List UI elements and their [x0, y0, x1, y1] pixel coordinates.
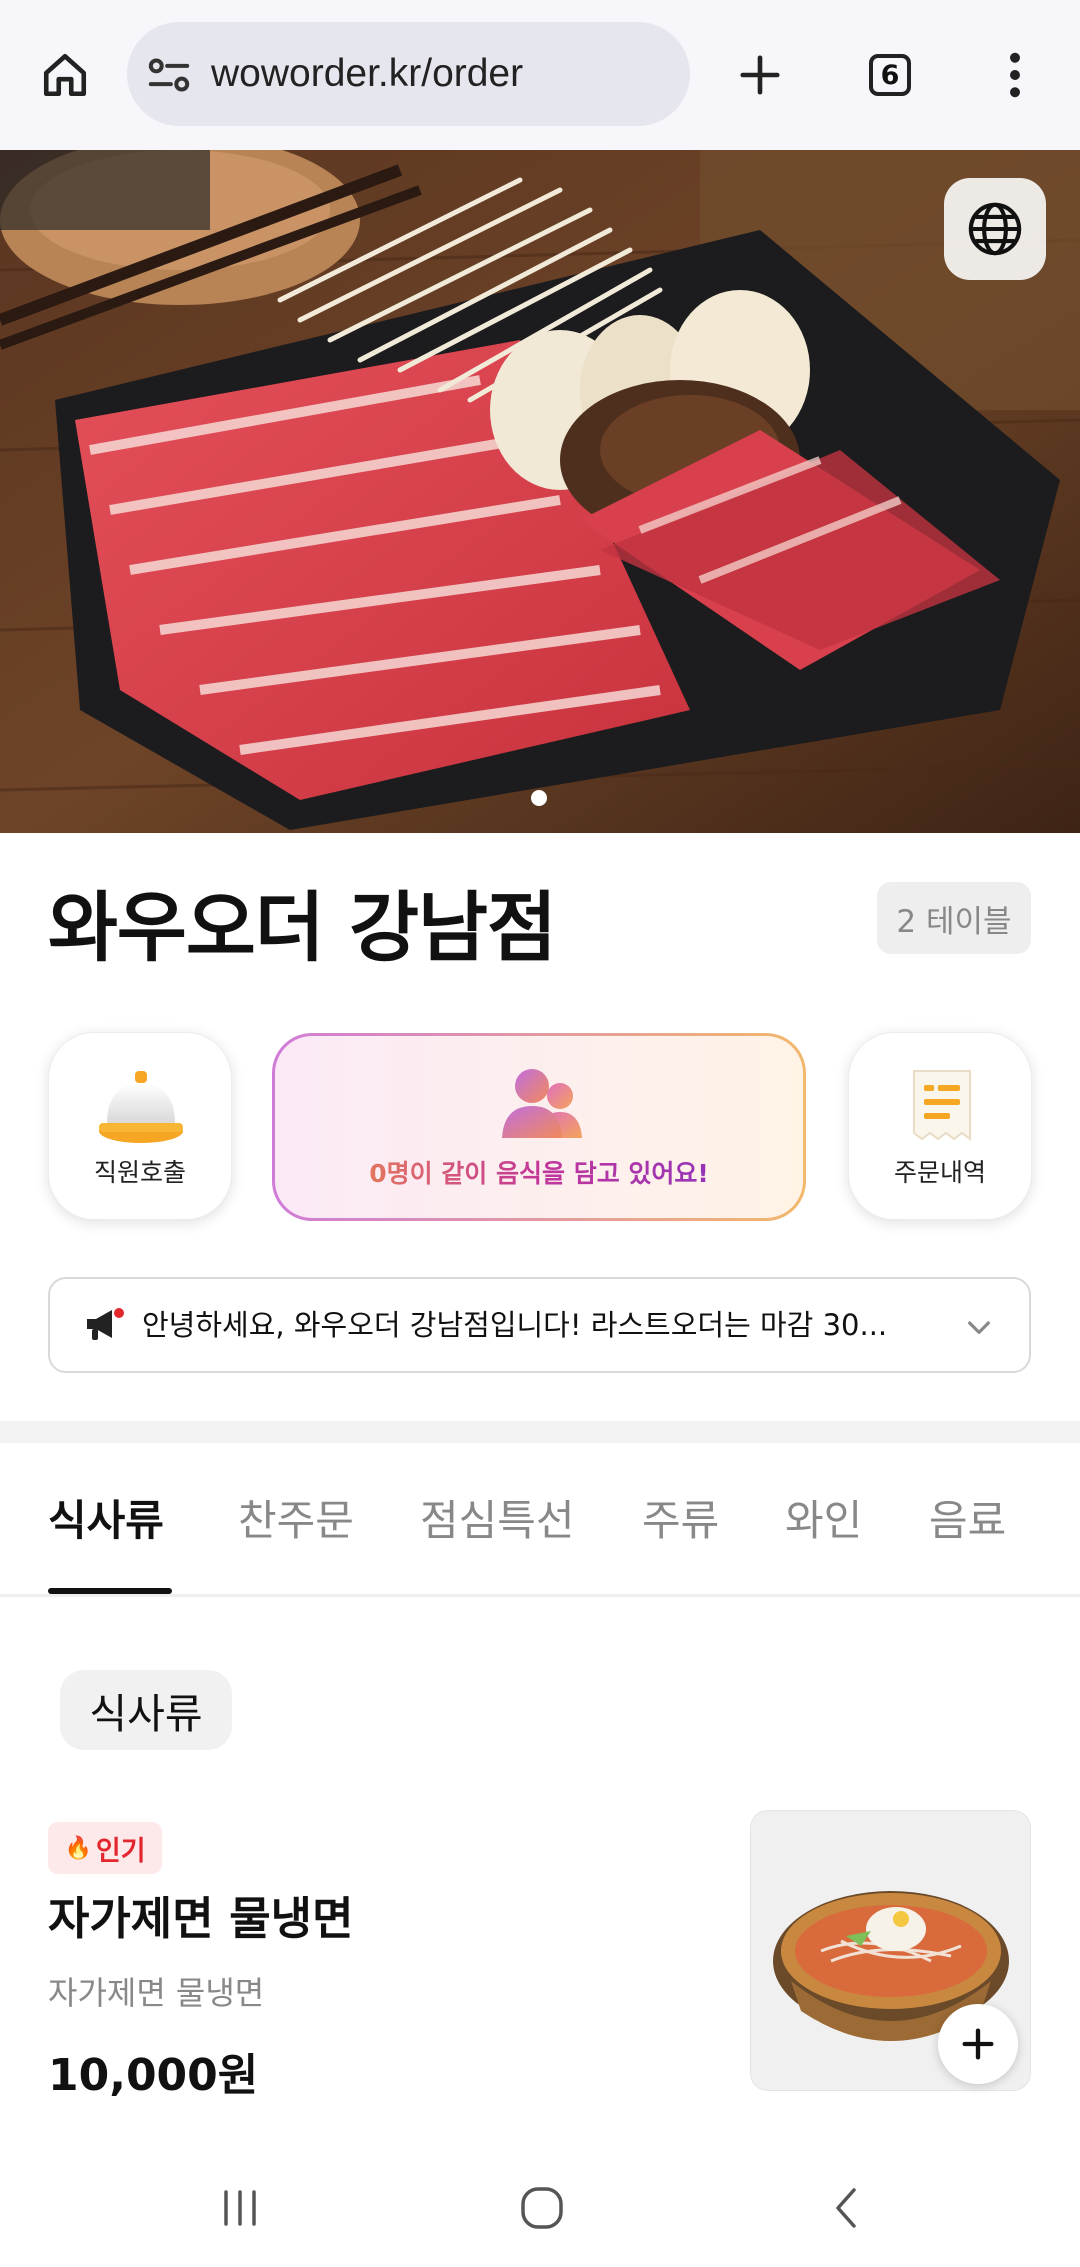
tab-divider: [0, 1594, 1080, 1597]
home-button[interactable]: [30, 40, 100, 110]
tab-count: 6: [869, 54, 911, 96]
group-order-card[interactable]: 0명이 같이 음식을 담고 있어요!: [272, 1033, 806, 1221]
menu-item-name: 자가제면 물냉면: [48, 1892, 354, 1945]
popular-badge-label: 인기: [95, 1835, 146, 1867]
category-heading: 식사류: [60, 1670, 232, 1750]
browser-menu-button[interactable]: [985, 40, 1045, 110]
table-badge: 2 테이블: [877, 882, 1031, 954]
home-icon: [43, 53, 87, 97]
popular-badge: 🔥 인기: [48, 1822, 162, 1874]
fire-icon: 🔥: [64, 1835, 92, 1861]
globe-icon: [968, 202, 1022, 256]
chevron-down-icon[interactable]: [963, 1311, 995, 1343]
browser-toolbar: woworder.kr/order 6: [0, 0, 1080, 150]
tab-lunch-special[interactable]: 점심특선: [420, 1495, 575, 1547]
tab-switcher-button[interactable]: 6: [855, 40, 925, 110]
back-button[interactable]: [806, 2176, 886, 2240]
url-text[interactable]: woworder.kr/order: [211, 50, 523, 98]
new-tab-button[interactable]: [725, 40, 795, 110]
menu-item-description: 자가제면 물냉면: [48, 1974, 265, 2012]
plus-icon: [962, 2028, 994, 2060]
recent-apps-button[interactable]: [200, 2176, 280, 2240]
people-icon: [502, 1069, 582, 1138]
store-banner[interactable]: [0, 150, 1080, 833]
tab-side-order[interactable]: 찬주문: [238, 1495, 354, 1547]
service-bell-icon: [99, 1071, 183, 1143]
order-history-label: 주문내역: [893, 1158, 986, 1187]
language-button[interactable]: [944, 178, 1046, 280]
menu-item[interactable]: 🔥 인기 자가제면 물냉면 자가제면 물냉면 10,000원: [0, 1790, 1080, 2110]
home-circle-icon: [521, 2187, 563, 2229]
recent-apps-icon: [224, 2190, 256, 2226]
menu-item-price: 10,000원: [48, 2050, 259, 2101]
home-nav-button[interactable]: [502, 2176, 582, 2240]
section-divider: [0, 1421, 1080, 1443]
megaphone-icon: [87, 1308, 124, 1340]
tab-wine[interactable]: 와인: [785, 1495, 862, 1547]
tab-drinks[interactable]: 음료: [929, 1495, 1006, 1547]
store-name: 와우오더 강남점: [48, 883, 557, 972]
add-to-cart-button[interactable]: [938, 2004, 1018, 2084]
site-settings-icon[interactable]: [147, 55, 191, 95]
notice-bar[interactable]: 안녕하세요, 와우오더 강남점입니다! 라스트오더는 마감 30...: [48, 1277, 1031, 1373]
more-vertical-icon: [1010, 52, 1020, 98]
group-order-inner: 0명이 같이 음식을 담고 있어요!: [275, 1036, 803, 1218]
carousel-indicator: [531, 790, 547, 806]
back-chevron-icon: [836, 2188, 856, 2228]
category-tabs: 식사류 찬주문 점심특선 주류 와인 음료: [0, 1443, 1080, 1596]
call-staff-label: 직원호출: [93, 1158, 186, 1187]
tab-liquor[interactable]: 주류: [642, 1495, 719, 1547]
order-history-button[interactable]: 주문내역: [848, 1032, 1032, 1220]
notice-text: 안녕하세요, 와우오더 강남점입니다! 라스트오더는 마감 30...: [142, 1308, 888, 1342]
tab-meal[interactable]: 식사류: [48, 1495, 164, 1547]
address-bar[interactable]: woworder.kr/order: [127, 22, 690, 126]
banner-photo: [0, 150, 1080, 833]
receipt-icon: [913, 1070, 971, 1141]
plus-icon: [740, 55, 780, 95]
call-staff-button[interactable]: 직원호출: [48, 1032, 232, 1220]
system-navigation-bar: [0, 2150, 1080, 2267]
group-order-text: 0명이 같이 음식을 담고 있어요!: [275, 1154, 803, 1190]
